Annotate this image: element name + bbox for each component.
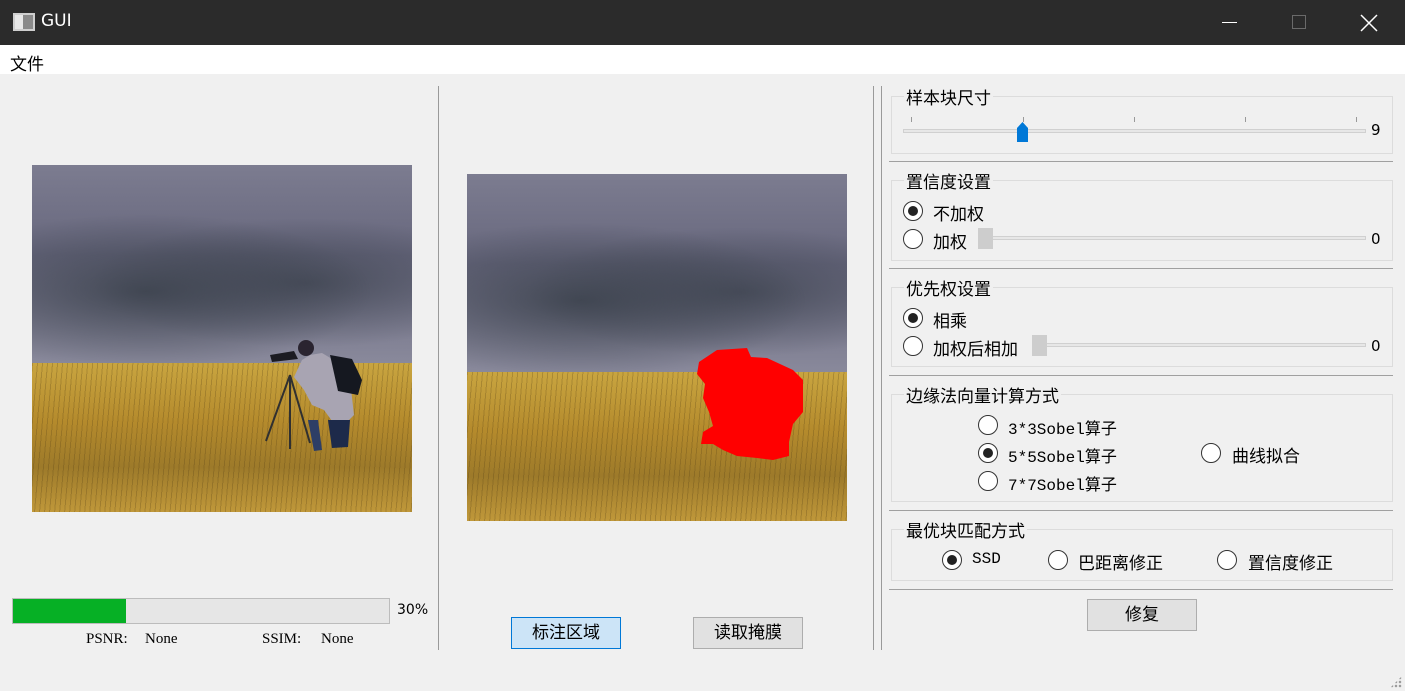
group-divider bbox=[889, 589, 1393, 590]
ssim-value: None bbox=[321, 631, 354, 647]
mask-region bbox=[697, 348, 803, 460]
edge-label-curve-fit: 曲线拟合 bbox=[1232, 447, 1300, 467]
close-button[interactable] bbox=[1334, 0, 1404, 45]
confidence-weight-slider-thumb[interactable] bbox=[978, 228, 993, 249]
separator-left bbox=[438, 86, 439, 650]
slider-tick bbox=[1245, 117, 1246, 122]
best-match-title: 最优块匹配方式 bbox=[904, 517, 1027, 542]
slider-tick bbox=[911, 117, 912, 122]
priority-weight-slider-thumb[interactable] bbox=[1032, 335, 1047, 356]
edge-label-sobel7: 7*7Sobel算子 bbox=[1008, 477, 1117, 495]
group-divider bbox=[889, 375, 1393, 376]
mark-region-button[interactable]: 标注区域 bbox=[511, 617, 621, 649]
separator-right-1 bbox=[873, 86, 874, 650]
separator-right-2 bbox=[881, 86, 882, 650]
maximize-icon bbox=[1292, 15, 1306, 29]
menu-bar: 文件 bbox=[0, 45, 1405, 75]
match-radio-confidence[interactable] bbox=[1217, 550, 1237, 570]
confidence-title: 置信度设置 bbox=[904, 168, 993, 193]
edge-normal-group bbox=[891, 394, 1393, 502]
confidence-label-weighted: 加权 bbox=[933, 233, 967, 253]
priority-weight-slider-groove[interactable] bbox=[1032, 343, 1366, 347]
repair-progress-bar bbox=[12, 598, 390, 624]
confidence-radio-weighted[interactable] bbox=[903, 229, 923, 249]
psnr-label: PSNR: bbox=[86, 631, 128, 647]
match-label-ssd: SSD bbox=[972, 550, 1001, 568]
confidence-weight-value: 0 bbox=[1371, 230, 1381, 248]
maximize-button[interactable] bbox=[1264, 0, 1334, 45]
edge-label-sobel5: 5*5Sobel算子 bbox=[1008, 449, 1117, 467]
minimize-icon bbox=[1222, 22, 1237, 23]
slider-tick bbox=[1356, 117, 1357, 122]
minimize-button[interactable] bbox=[1195, 0, 1265, 45]
edge-radio-sobel5[interactable] bbox=[978, 443, 998, 463]
priority-radio-weighted-sum[interactable] bbox=[903, 336, 923, 356]
ssim-label: SSIM: bbox=[262, 631, 302, 647]
priority-radio-multiply[interactable] bbox=[903, 308, 923, 328]
edge-label-sobel3: 3*3Sobel算子 bbox=[1008, 421, 1117, 439]
priority-weight-value: 0 bbox=[1371, 337, 1381, 355]
priority-label-weighted-sum: 加权后相加 bbox=[933, 340, 1018, 360]
repair-button[interactable]: 修复 bbox=[1087, 599, 1197, 631]
patch-size-value: 9 bbox=[1371, 121, 1381, 139]
title-bar: GUI bbox=[0, 0, 1405, 45]
read-mask-button[interactable]: 读取掩膜 bbox=[693, 617, 803, 649]
patch-size-slider-groove[interactable] bbox=[903, 129, 1366, 133]
confidence-radio-unweighted[interactable] bbox=[903, 201, 923, 221]
menu-file[interactable]: 文件 bbox=[10, 50, 44, 75]
match-label-confidence: 置信度修正 bbox=[1248, 554, 1333, 574]
match-radio-bhattacharyya[interactable] bbox=[1048, 550, 1068, 570]
confidence-weight-slider-groove[interactable] bbox=[978, 236, 1366, 240]
group-divider bbox=[889, 161, 1393, 162]
priority-label-multiply: 相乘 bbox=[933, 312, 967, 332]
slider-tick bbox=[1023, 117, 1024, 122]
resize-grip[interactable] bbox=[1390, 676, 1402, 688]
photographer-figure bbox=[265, 340, 362, 451]
patch-size-title: 样本块尺寸 bbox=[904, 84, 993, 109]
confidence-label-unweighted: 不加权 bbox=[933, 205, 984, 225]
edge-radio-sobel3[interactable] bbox=[978, 415, 998, 435]
progress-fill bbox=[13, 599, 126, 623]
original-image bbox=[32, 165, 412, 512]
app-icon bbox=[13, 13, 35, 31]
window-title: GUI bbox=[41, 11, 72, 31]
close-icon bbox=[1360, 14, 1378, 32]
edge-radio-curve-fit[interactable] bbox=[1201, 443, 1221, 463]
edge-normal-title: 边缘法向量计算方式 bbox=[904, 382, 1061, 407]
masked-image bbox=[467, 174, 847, 521]
slider-tick bbox=[1134, 117, 1135, 122]
group-divider bbox=[889, 268, 1393, 269]
psnr-value: None bbox=[145, 631, 178, 647]
priority-title: 优先权设置 bbox=[904, 275, 993, 300]
match-label-bhattacharyya: 巴距离修正 bbox=[1078, 554, 1163, 574]
group-divider bbox=[889, 510, 1393, 511]
edge-radio-sobel7[interactable] bbox=[978, 471, 998, 491]
progress-label: 30% bbox=[397, 602, 429, 618]
match-radio-ssd[interactable] bbox=[942, 550, 962, 570]
